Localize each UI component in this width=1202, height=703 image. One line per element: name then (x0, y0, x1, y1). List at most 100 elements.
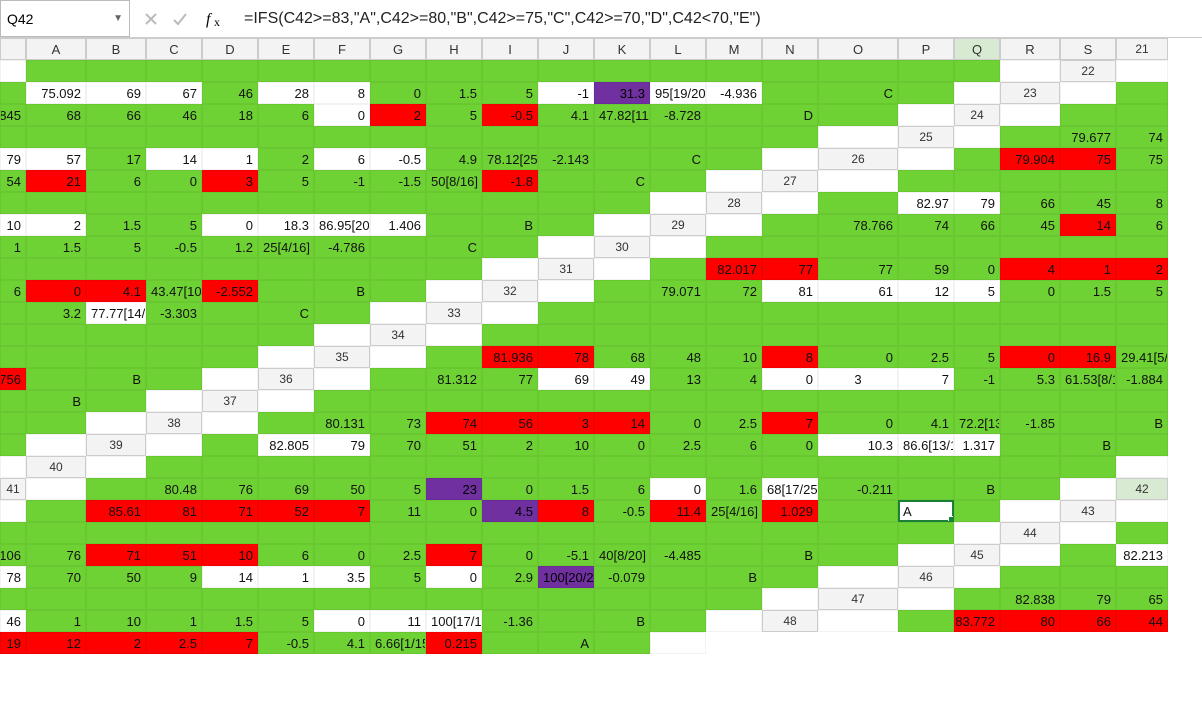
cell-R46[interactable] (706, 588, 762, 610)
cell-Q40[interactable] (1000, 456, 1060, 478)
cell-G26[interactable]: 21 (26, 170, 86, 192)
cell-K21[interactable] (538, 60, 594, 82)
cell-R45[interactable] (762, 566, 818, 588)
cell-A32[interactable] (538, 280, 594, 302)
cell-O36[interactable]: -1.884 (1116, 368, 1168, 390)
cell-R31[interactable] (370, 280, 426, 302)
cell-J23[interactable]: 2 (370, 104, 426, 126)
cell-S38[interactable] (26, 434, 86, 456)
cell-E21[interactable] (202, 60, 258, 82)
cell-R36[interactable] (86, 390, 146, 412)
cell-L23[interactable]: -0.5 (482, 104, 538, 126)
cell-G37[interactable] (594, 390, 650, 412)
cell-O41[interactable]: -0.211 (818, 478, 898, 500)
cell-I24[interactable] (258, 126, 314, 148)
cell-C39[interactable]: 82.805 (258, 434, 314, 456)
cell-O24[interactable] (594, 126, 650, 148)
cell-P45[interactable] (650, 566, 706, 588)
cell-P34[interactable] (86, 346, 146, 368)
cell-I39[interactable]: 0 (594, 434, 650, 456)
cell-K46[interactable] (314, 588, 370, 610)
cell-Q30[interactable] (370, 258, 426, 280)
cell-H37[interactable] (650, 390, 706, 412)
cell-A24[interactable] (1000, 104, 1060, 126)
cell-G25[interactable]: 17 (86, 148, 146, 170)
cell-G39[interactable]: 2 (482, 434, 538, 456)
cell-B43[interactable] (0, 522, 26, 544)
cell-B32[interactable] (594, 280, 650, 302)
cell-E43[interactable] (146, 522, 202, 544)
cell-L22[interactable]: -1 (538, 82, 594, 104)
cell-E40[interactable] (314, 456, 370, 478)
cell-P46[interactable] (594, 588, 650, 610)
cell-M44[interactable]: -5.1 (538, 544, 594, 566)
cell-S29[interactable] (538, 236, 594, 258)
cell-M46[interactable] (426, 588, 482, 610)
cell-E25[interactable]: 79 (0, 148, 26, 170)
cell-G35[interactable]: 10 (706, 346, 762, 368)
cell-C21[interactable] (86, 60, 146, 82)
cell-H47[interactable]: 10 (86, 610, 146, 632)
cell-K42[interactable]: 8 (538, 500, 594, 522)
cell-P40[interactable] (954, 456, 1000, 478)
cell-S27[interactable] (650, 192, 706, 214)
col-header-B[interactable]: B (86, 38, 146, 60)
cell-F32[interactable]: 61 (818, 280, 898, 302)
cell-Q31[interactable]: B (314, 280, 370, 302)
cell-L27[interactable] (258, 192, 314, 214)
cell-K39[interactable]: 6 (706, 434, 762, 456)
cell-F34[interactable] (706, 324, 762, 346)
cell-P41[interactable] (898, 478, 954, 500)
cell-R39[interactable] (1116, 434, 1168, 456)
cell-S24[interactable] (818, 126, 898, 148)
cell-R40[interactable] (1060, 456, 1116, 478)
cell-S39[interactable] (0, 456, 26, 478)
cell-N35[interactable]: 29.41[5/17] (1116, 346, 1168, 368)
cell-J21[interactable] (482, 60, 538, 82)
cell-S45[interactable] (818, 566, 898, 588)
cell-B22[interactable] (0, 82, 26, 104)
cell-Q36[interactable]: B (26, 390, 86, 412)
cell-B30[interactable] (706, 236, 762, 258)
cell-F33[interactable] (762, 302, 818, 324)
cell-K48[interactable]: 7 (202, 632, 258, 654)
cell-R38[interactable] (0, 434, 26, 456)
cell-G38[interactable]: 3 (538, 412, 594, 434)
cell-O21[interactable] (762, 60, 818, 82)
cell-O47[interactable]: -1.36 (482, 610, 538, 632)
cell-D26[interactable]: 75 (1060, 148, 1116, 170)
cell-M48[interactable]: 4.1 (314, 632, 370, 654)
cell-C48[interactable]: 83.772 (954, 610, 1000, 632)
row-header-21[interactable]: 21 (1116, 38, 1168, 60)
cell-P23[interactable] (706, 104, 762, 126)
col-header-H[interactable]: H (426, 38, 482, 60)
row-header-28[interactable]: 28 (706, 192, 762, 214)
cell-S28[interactable] (594, 214, 650, 236)
cell-J28[interactable]: 1.5 (86, 214, 146, 236)
cell-L24[interactable] (426, 126, 482, 148)
cell-S37[interactable] (86, 412, 146, 434)
cell-O23[interactable]: -8.728 (650, 104, 706, 126)
cell-L44[interactable]: 0 (482, 544, 538, 566)
name-box[interactable]: Q42 ▼ (0, 0, 130, 37)
cell-L42[interactable]: -0.5 (594, 500, 650, 522)
cell-G44[interactable]: 10 (202, 544, 258, 566)
cell-B39[interactable] (202, 434, 258, 456)
cell-K37[interactable] (818, 390, 898, 412)
cell-J40[interactable] (594, 456, 650, 478)
cell-H25[interactable]: 14 (146, 148, 202, 170)
cell-K47[interactable]: 5 (258, 610, 314, 632)
cell-C26[interactable]: 79.904 (1000, 148, 1060, 170)
cell-B46[interactable] (1000, 566, 1060, 588)
cell-S34[interactable] (258, 346, 314, 368)
cell-B34[interactable] (482, 324, 538, 346)
col-header-G[interactable]: G (370, 38, 426, 60)
cell-Q21[interactable] (898, 60, 954, 82)
cell-L33[interactable] (1116, 302, 1168, 324)
cell-G45[interactable]: 9 (146, 566, 202, 588)
cell-H46[interactable] (146, 588, 202, 610)
row-header-33[interactable]: 33 (426, 302, 482, 324)
cell-J33[interactable] (1000, 302, 1060, 324)
cell-N21[interactable] (706, 60, 762, 82)
cell-M21[interactable] (650, 60, 706, 82)
